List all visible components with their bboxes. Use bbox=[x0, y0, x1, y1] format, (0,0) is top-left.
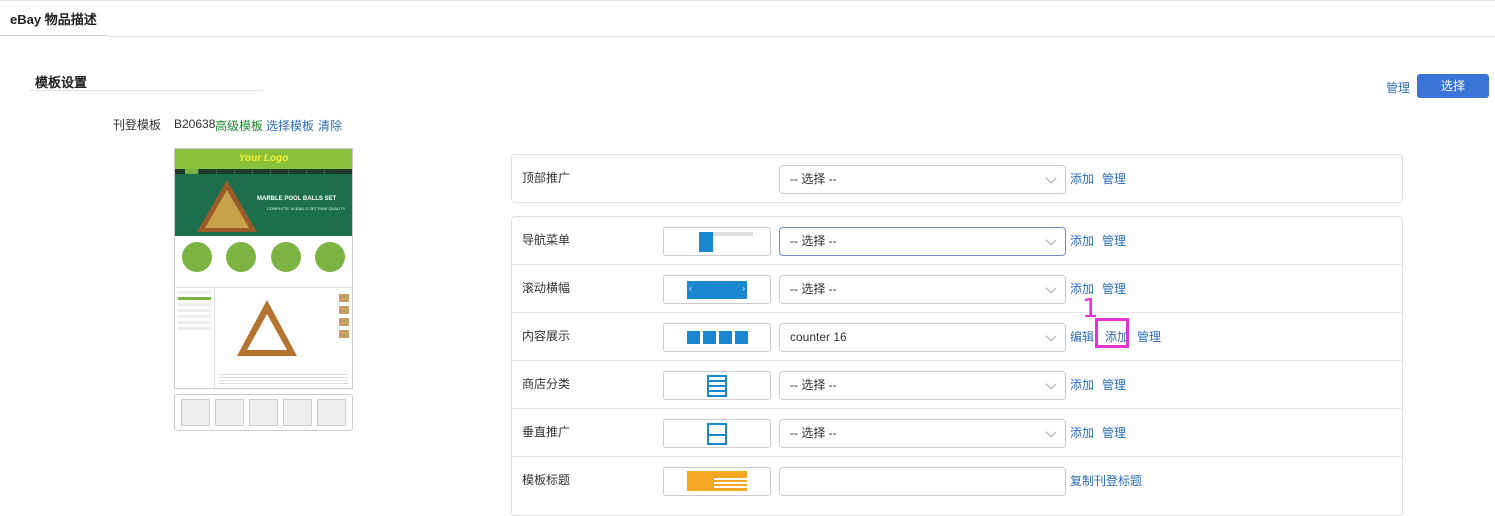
modules-panel: 导航菜单 -- 选择 -- 添加 管理 滚动横幅 ‹ › -- 选择 -- 添加 管理… bbox=[511, 216, 1403, 516]
template-code: B20638 bbox=[174, 117, 216, 131]
top-promo-panel: 顶部推广 -- 选择 -- 添加 管理 bbox=[511, 154, 1403, 203]
clear-template-link[interactable]: 清除 bbox=[318, 117, 342, 134]
shop-category-preview bbox=[663, 371, 771, 400]
annotation-highlight-box bbox=[1095, 318, 1129, 348]
thumbnail[interactable] bbox=[181, 399, 210, 426]
nav-menu-select[interactable]: -- 选择 -- bbox=[779, 227, 1066, 256]
preview-categories bbox=[175, 236, 352, 288]
content-display-preview bbox=[663, 323, 771, 352]
section-divider bbox=[30, 90, 262, 91]
shop-category-select[interactable]: -- 选择 -- bbox=[779, 371, 1066, 400]
manage-link[interactable]: 管理 bbox=[1102, 172, 1126, 186]
row-template-title: 模板标题 复制刊登标题 bbox=[512, 457, 1402, 505]
add-link[interactable]: 添加 bbox=[1070, 426, 1094, 440]
manage-link[interactable]: 管理 bbox=[1137, 330, 1161, 344]
row-scroll-banner: 滚动横幅 ‹ › -- 选择 -- 添加 管理 bbox=[512, 265, 1402, 313]
scroll-banner-select[interactable]: -- 选择 -- bbox=[779, 275, 1066, 304]
manage-link[interactable]: 管理 bbox=[1386, 79, 1410, 96]
chevron-down-icon bbox=[1045, 426, 1057, 438]
add-link[interactable]: 添加 bbox=[1070, 172, 1094, 186]
preview-banner: MARBLE POOL BALLS SET COMPLETE 16 BALLS … bbox=[175, 174, 352, 236]
chevron-down-icon bbox=[1045, 330, 1057, 342]
edit-link[interactable]: 编辑 bbox=[1070, 330, 1094, 344]
row-content-display: 内容展示 counter 16 编辑 添加 管理 bbox=[512, 313, 1402, 361]
row-label: 内容展示 bbox=[522, 329, 571, 343]
row-vertical-promo: 垂直推广 -- 选择 -- 添加 管理 bbox=[512, 409, 1402, 457]
section-title: 模板设置 bbox=[35, 75, 88, 90]
preview-banner-sub: COMPLETE 16 BALLS SET RAW QUALITY bbox=[267, 206, 346, 211]
thumbnail[interactable] bbox=[317, 399, 346, 426]
tab-underline bbox=[0, 35, 108, 36]
manage-link[interactable]: 管理 bbox=[1102, 282, 1126, 296]
manage-link[interactable]: 管理 bbox=[1102, 426, 1126, 440]
add-link[interactable]: 添加 bbox=[1070, 378, 1094, 392]
select-button[interactable]: 选择 bbox=[1417, 74, 1489, 98]
manage-link[interactable]: 管理 bbox=[1102, 378, 1126, 392]
template-type: 高级模板 bbox=[215, 119, 264, 133]
chevron-down-icon bbox=[1045, 234, 1057, 246]
row-label: 商店分类 bbox=[522, 377, 571, 391]
template-preview[interactable]: Your Logo MARBLE POOL BALLS SET COMPLETE… bbox=[174, 148, 353, 389]
preview-body bbox=[175, 288, 352, 388]
preview-logo: Your Logo bbox=[175, 149, 352, 169]
chevron-left-icon: ‹ bbox=[689, 284, 692, 293]
top-bar: eBay 物品描述 bbox=[0, 0, 1495, 37]
preview-banner-title: MARBLE POOL BALLS SET bbox=[257, 196, 337, 202]
row-label: 导航菜单 bbox=[522, 233, 571, 247]
chevron-right-icon: › bbox=[742, 284, 745, 293]
row-label: 顶部推广 bbox=[522, 171, 571, 185]
manage-link[interactable]: 管理 bbox=[1102, 234, 1126, 248]
top-promo-select[interactable]: -- 选择 -- bbox=[779, 165, 1066, 194]
preview-thumbnails bbox=[174, 394, 353, 431]
choose-template-link[interactable]: 选择模板 bbox=[266, 117, 314, 134]
row-shop-category: 商店分类 -- 选择 -- 添加 管理 bbox=[512, 361, 1402, 409]
chevron-down-icon bbox=[1045, 378, 1057, 390]
thumbnail[interactable] bbox=[283, 399, 312, 426]
thumbnail[interactable] bbox=[215, 399, 244, 426]
add-link[interactable]: 添加 bbox=[1070, 234, 1094, 248]
nav-menu-preview bbox=[663, 227, 771, 256]
chevron-down-icon bbox=[1045, 172, 1057, 184]
scroll-banner-preview: ‹ › bbox=[663, 275, 771, 304]
row-top-promo: 顶部推广 -- 选择 -- 添加 管理 bbox=[512, 155, 1402, 203]
row-label: 垂直推广 bbox=[522, 425, 571, 439]
listing-template-label: 刊登模板 bbox=[113, 118, 162, 132]
thumbnail[interactable] bbox=[249, 399, 278, 426]
template-title-input[interactable] bbox=[779, 467, 1066, 496]
tab-ebay-description[interactable]: eBay 物品描述 bbox=[0, 1, 107, 37]
row-nav-menu: 导航菜单 -- 选择 -- 添加 管理 bbox=[512, 217, 1402, 265]
copy-listing-title-link[interactable]: 复制刊登标题 bbox=[1070, 474, 1142, 488]
row-label: 模板标题 bbox=[522, 473, 571, 487]
vertical-promo-select[interactable]: -- 选择 -- bbox=[779, 419, 1066, 448]
row-label: 滚动横幅 bbox=[522, 281, 571, 295]
vertical-promo-preview bbox=[663, 419, 771, 448]
chevron-down-icon bbox=[1045, 282, 1057, 294]
content-display-select[interactable]: counter 16 bbox=[779, 323, 1066, 352]
template-title-preview bbox=[663, 467, 771, 496]
